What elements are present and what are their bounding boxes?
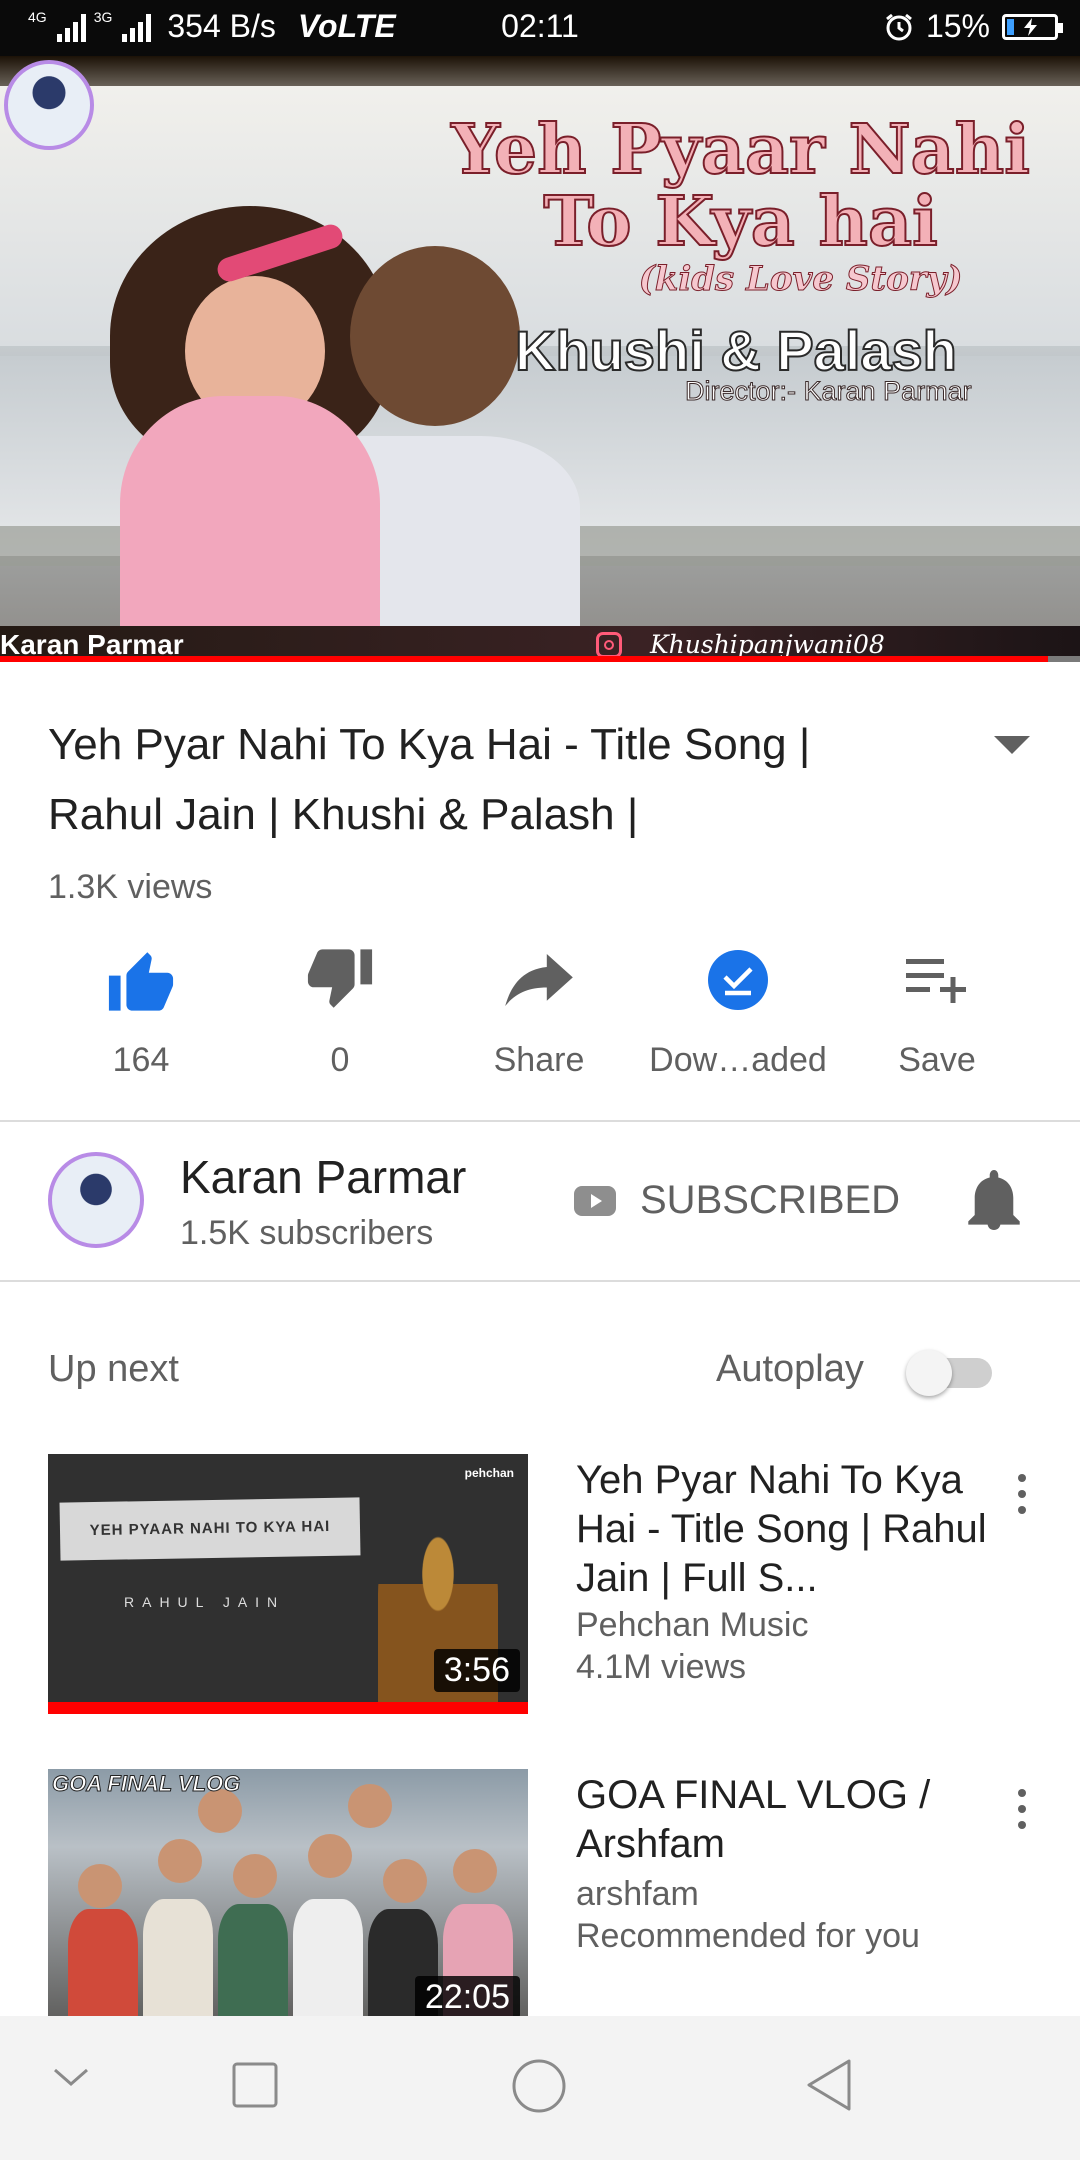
video-duration: 22:05 — [414, 1976, 520, 2019]
divider — [0, 1120, 1080, 1122]
system-navigation-bar — [0, 2016, 1080, 2160]
download-button[interactable]: Dow…aded — [638, 945, 838, 1080]
battery-percent: 15% — [925, 8, 990, 44]
video-duration: 3:56 — [433, 1649, 520, 1692]
watched-progress-bar — [48, 1702, 528, 1714]
thumbnail-face — [233, 1854, 277, 1898]
thumbnail-face — [453, 1849, 497, 1893]
subscribed-label: SUBSCRIBED — [640, 1178, 901, 1222]
thumbnail-figure — [143, 1899, 213, 2019]
recent-apps-icon[interactable] — [232, 2062, 278, 2108]
home-icon[interactable] — [511, 2058, 567, 2114]
video-title: GOA FINAL VLOG / Arshfam — [576, 1773, 931, 1866]
autoplay-label: Autoplay — [716, 1348, 864, 1390]
share-label: Share — [493, 1041, 585, 1079]
more-options-icon[interactable] — [1012, 1474, 1032, 1524]
notification-bell-icon[interactable] — [968, 1170, 1020, 1230]
video-meta: 4.1M views — [576, 1648, 747, 1686]
thumbnail-face — [78, 1864, 122, 1908]
video-progress-bar[interactable] — [0, 656, 1080, 662]
thumbnail-names: Khushi & Palash — [514, 318, 958, 383]
thumbnail-face — [383, 1859, 427, 1903]
thumbnail-artist: RAHUL JAIN — [124, 1594, 286, 1610]
video-progress-fill — [0, 656, 1048, 662]
subscribed-button[interactable]: SUBSCRIBED — [574, 1178, 900, 1223]
thumbnail-logo: pehchan — [464, 1466, 514, 1480]
thumbs-up-icon — [108, 952, 174, 1011]
channel-subscribers: 1.5K subscribers — [180, 1214, 434, 1252]
video-channel: arshfam — [576, 1875, 699, 1913]
youtube-logo-icon — [574, 1185, 616, 1216]
thumbnail-face — [308, 1834, 352, 1878]
list-item-video[interactable]: GOA FINAL VLOG 22:05 GOA FINAL VLOG / Ar… — [48, 1769, 1048, 2029]
status-right: 15% — [884, 8, 1063, 45]
thumbnail-text: YEH PYAAR NAHI TO KYA HAI — [59, 1497, 361, 1561]
video-channel: Pehchan Music — [576, 1606, 809, 1644]
share-button[interactable]: Share — [439, 945, 639, 1080]
share-icon — [505, 954, 573, 1006]
channel-avatar[interactable] — [48, 1152, 144, 1248]
thumbnail-title-line2: To Kya hai — [542, 182, 938, 262]
autoplay-toggle[interactable] — [906, 1350, 996, 1396]
download-label: Dow…aded — [649, 1041, 827, 1079]
instagram-icon — [596, 632, 622, 658]
playlist-add-icon — [906, 959, 966, 1003]
autoplay-toggle-knob — [906, 1350, 952, 1396]
like-button[interactable]: 164 — [41, 945, 241, 1080]
thumbnail-director: Director:- Karan Parmar — [685, 376, 973, 407]
thumbnail-figure — [218, 1904, 288, 2024]
view-count: 1.3K views — [48, 868, 213, 906]
thumbs-down-icon — [307, 949, 373, 1008]
video-thumbnail[interactable]: GOA FINAL VLOG 22:05 — [48, 1769, 528, 2029]
video-thumbnail[interactable]: YEH PYAAR NAHI TO KYA HAI RAHUL JAIN peh… — [48, 1454, 528, 1714]
thumbnail-title: Yeh Pyaar Nahi To Kya hai (kids Love Sto… — [450, 110, 1031, 299]
channel-watermark-avatar[interactable] — [4, 60, 94, 150]
dislike-count: 0 — [330, 1041, 350, 1079]
expand-description-icon[interactable] — [990, 730, 1034, 758]
divider — [0, 1280, 1080, 1282]
thumbnail-credit-right: Khushipanjwani08 — [650, 630, 885, 659]
battery-level — [1007, 18, 1014, 35]
thumbnail-text: GOA FINAL VLOG — [51, 1771, 241, 1797]
thumbnail-tagline: (kids Love Story) — [638, 259, 963, 299]
thumbnail-title-line1: Yeh Pyaar Nahi — [450, 110, 1031, 190]
channel-name[interactable]: Karan Parmar — [180, 1150, 466, 1204]
downloaded-check-icon — [708, 950, 768, 1010]
thumbnail-figure — [68, 1909, 138, 2029]
video-meta: Recommended for you — [576, 1917, 920, 1955]
thumbnail-figure — [120, 396, 380, 662]
like-count: 164 — [112, 1041, 170, 1079]
video-title: Yeh Pyar Nahi To Kya Hai - Title Song | … — [576, 1458, 987, 1600]
battery-icon — [1002, 13, 1063, 40]
video-title: Yeh Pyar Nahi To Kya Hai - Title Song | … — [48, 720, 811, 839]
dislike-button[interactable]: 0 — [240, 945, 440, 1080]
action-row: 164 0 Share Dow…aded Save — [0, 945, 1080, 1085]
thumbnail-face — [348, 1784, 392, 1828]
thumbnail-figure — [293, 1899, 363, 2019]
status-bar: 4G 3G 354 B/s VoLTE 02:11 15% — [0, 0, 1080, 56]
chevron-down-icon[interactable] — [52, 2066, 90, 2090]
save-button[interactable]: Save — [837, 945, 1037, 1080]
alarm-icon — [886, 13, 912, 40]
thumbnail-face — [158, 1839, 202, 1883]
up-next-label: Up next — [48, 1348, 179, 1390]
more-options-icon[interactable] — [1012, 1789, 1032, 1839]
back-icon[interactable] — [804, 2058, 854, 2112]
video-player[interactable]: Yeh Pyaar Nahi To Kya hai (kids Love Sto… — [0, 56, 1080, 662]
list-item-video[interactable]: YEH PYAAR NAHI TO KYA HAI RAHUL JAIN peh… — [48, 1454, 1048, 1714]
save-label: Save — [898, 1041, 976, 1079]
